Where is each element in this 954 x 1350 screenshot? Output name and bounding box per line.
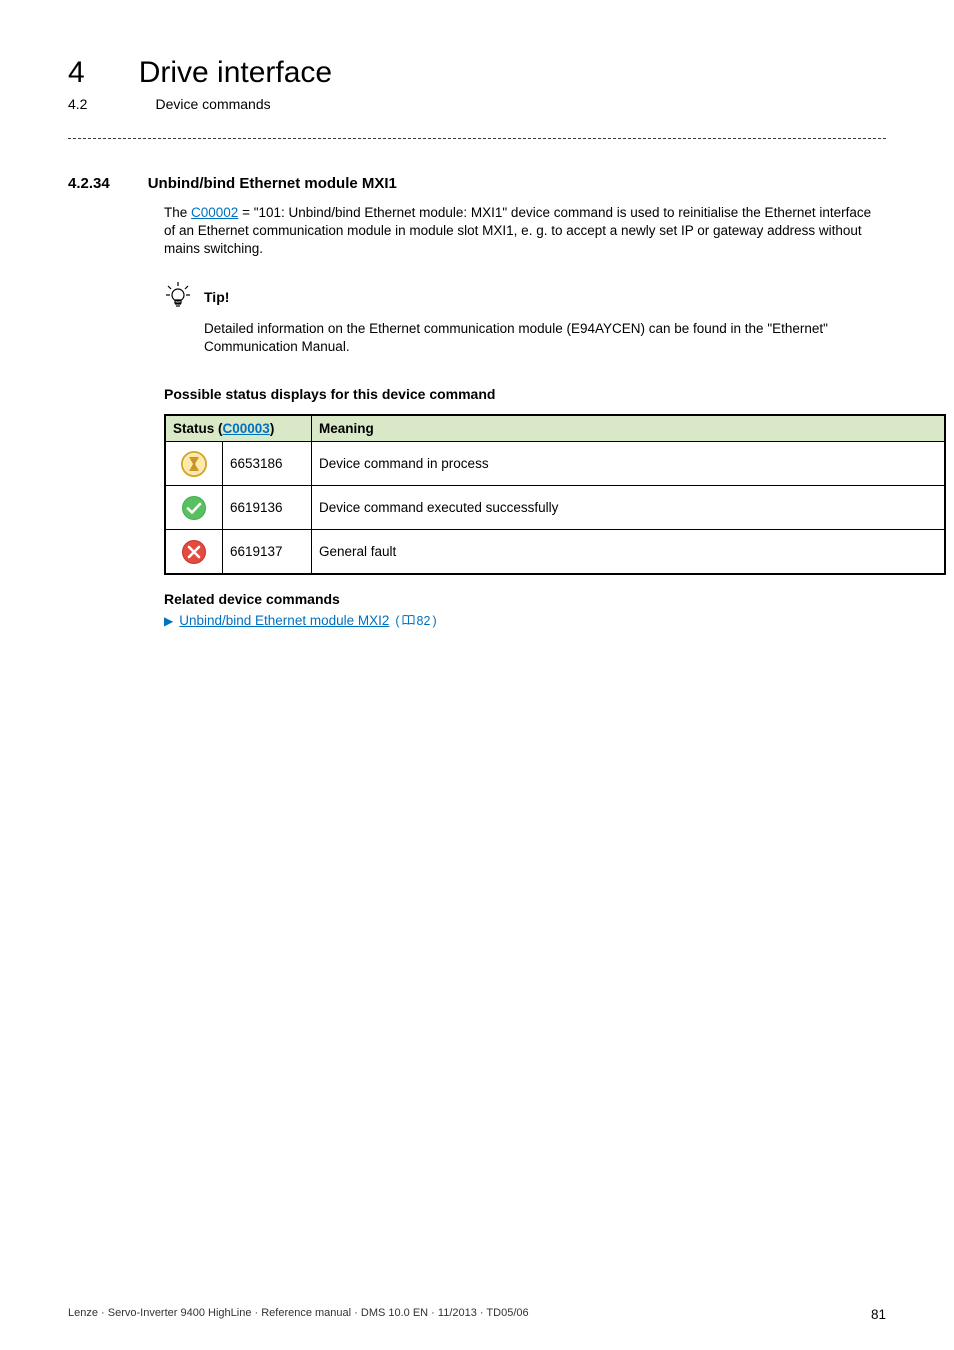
status-code: 6619137 — [223, 530, 312, 574]
status-code: 6619136 — [223, 486, 312, 530]
th-status-pre: Status ( — [173, 421, 223, 436]
tip-row: Tip! — [164, 281, 886, 314]
tip-text: Detailed information on the Ethernet com… — [204, 320, 904, 356]
subsection-title: Device commands — [155, 96, 270, 112]
lightbulb-icon — [164, 281, 192, 314]
book-icon — [402, 614, 415, 628]
intro-mid: = "101: Unbind/bind Ethernet module: MXI… — [164, 205, 871, 256]
section-number: 4.2.34 — [68, 175, 110, 192]
table-row: 6653186 Device command in process — [166, 442, 945, 486]
related-link[interactable]: Unbind/bind Ethernet module MXI2 — [179, 613, 389, 628]
status-table: Status (C00003) Meaning — [164, 414, 946, 575]
status-code: 6653186 — [223, 442, 312, 486]
related-heading: Related device commands — [164, 591, 886, 607]
table-row: 6619137 General fault — [166, 530, 945, 574]
hourglass-icon — [173, 451, 215, 477]
page-number: 81 — [871, 1307, 886, 1322]
table-header-meaning: Meaning — [312, 416, 945, 442]
status-icon-cell — [166, 442, 223, 486]
intro-pre: The — [164, 205, 191, 220]
th-status-post: ) — [270, 421, 275, 436]
right-arrow-icon: ▶ — [164, 614, 173, 628]
code-link-c00002[interactable]: C00002 — [191, 205, 238, 220]
chapter-number: 4 — [68, 56, 85, 90]
intro-paragraph: The C00002 = "101: Unbind/bind Ethernet … — [164, 204, 886, 259]
status-icon-cell — [166, 486, 223, 530]
subsection-number: 4.2 — [68, 96, 87, 112]
section-header: 4.2.34 Unbind/bind Ethernet module MXI1 — [68, 175, 886, 192]
page-ref-num: 82 — [417, 614, 431, 628]
page-ref[interactable]: ( 82 ) — [395, 614, 436, 628]
divider — [68, 138, 886, 139]
chapter-header: 4 Drive interface — [68, 56, 886, 90]
status-meaning: General fault — [312, 530, 945, 574]
paren-close: ) — [432, 614, 436, 628]
check-icon — [173, 495, 215, 521]
footer-text: Lenze · Servo-Inverter 9400 HighLine · R… — [68, 1307, 529, 1322]
status-table-heading: Possible status displays for this device… — [164, 386, 886, 402]
table-row: 6619136 Device command executed successf… — [166, 486, 945, 530]
status-meaning: Device command executed successfully — [312, 486, 945, 530]
related-link-row: ▶ Unbind/bind Ethernet module MXI2 ( 82 … — [164, 613, 886, 628]
status-meaning: Device command in process — [312, 442, 945, 486]
paren-open: ( — [395, 614, 399, 628]
table-header-status: Status (C00003) — [166, 416, 312, 442]
status-icon-cell — [166, 530, 223, 574]
chapter-title: Drive interface — [139, 56, 332, 90]
page-footer: Lenze · Servo-Inverter 9400 HighLine · R… — [68, 1307, 886, 1322]
code-link-c00003[interactable]: C00003 — [223, 421, 270, 436]
section-title: Unbind/bind Ethernet module MXI1 — [148, 175, 397, 192]
subsection-header: 4.2 Device commands — [68, 96, 886, 112]
tip-label: Tip! — [204, 289, 229, 305]
cross-icon — [173, 539, 215, 565]
